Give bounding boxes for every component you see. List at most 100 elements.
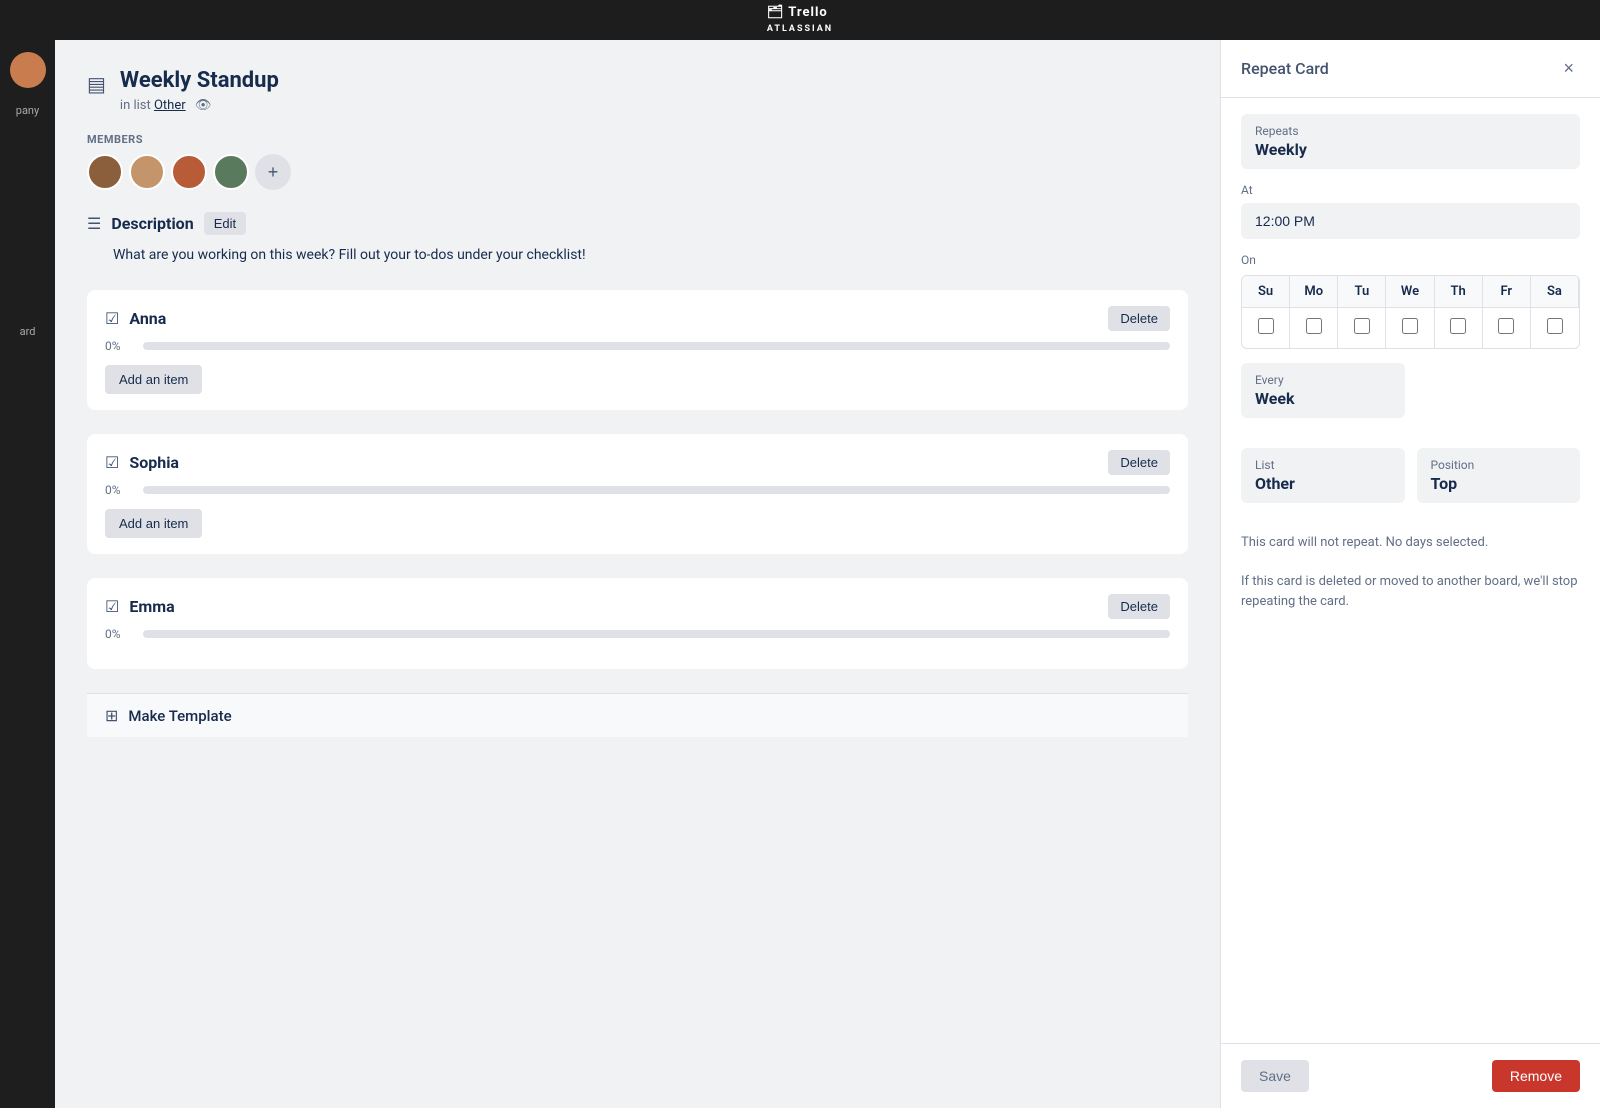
checkbox-mo[interactable]: [1306, 318, 1322, 334]
repeats-label: Repeats: [1255, 124, 1566, 138]
progress-label-sophia: 0%: [105, 483, 133, 497]
day-cell-mo[interactable]: [1290, 307, 1338, 348]
checkbox-fr[interactable]: [1498, 318, 1514, 334]
make-template-label[interactable]: Make Template: [128, 707, 231, 725]
repeat-panel-header: Repeat Card ×: [1221, 40, 1600, 98]
member-avatar-2[interactable]: [129, 154, 165, 190]
checklist-emma-title-row: ☑ Emma: [105, 597, 175, 616]
day-cell-fr[interactable]: [1483, 307, 1531, 348]
top-bar: 🗂 TrelloATLASSIAN: [0, 0, 1600, 40]
checkbox-sa[interactable]: [1547, 318, 1563, 334]
day-cell-tu[interactable]: [1338, 307, 1386, 348]
delete-sophia-button[interactable]: Delete: [1108, 450, 1170, 475]
sidebar-board-label: ard: [0, 321, 55, 342]
checklist-title-row: ☑ Anna: [105, 309, 166, 328]
progress-bar-emma: [143, 630, 1170, 638]
position-field[interactable]: Position Top: [1417, 448, 1581, 503]
repeat-panel-body: Repeats Weekly At On Su Mo Tu We Th Fr S…: [1221, 98, 1600, 1043]
edit-description-button[interactable]: Edit: [204, 212, 246, 235]
list-value: Other: [1255, 474, 1391, 493]
card-subtitle: in list Other 👁: [120, 98, 279, 113]
list-label: List: [1255, 458, 1391, 472]
checklist-sophia: ☑ Sophia Delete 0% Add an item: [87, 434, 1188, 554]
description-text: What are you working on this week? Fill …: [113, 245, 1188, 266]
description-header: ☰ Description Edit: [87, 212, 1188, 235]
checklist-anna-name: Anna: [129, 309, 166, 328]
member-avatar-3[interactable]: [171, 154, 207, 190]
day-cell-sa[interactable]: [1531, 307, 1579, 348]
description-icon: ☰: [87, 214, 101, 233]
in-list-label: in list: [120, 98, 154, 113]
remove-button[interactable]: Remove: [1492, 1060, 1580, 1092]
days-grid: Su Mo Tu We Th Fr Sa: [1241, 275, 1580, 349]
progress-label-anna: 0%: [105, 339, 133, 353]
day-cell-th[interactable]: [1435, 307, 1483, 348]
day-header-su: Su: [1242, 276, 1290, 307]
checkbox-we[interactable]: [1402, 318, 1418, 334]
day-cell-su[interactable]: [1242, 307, 1290, 348]
description-section: ☰ Description Edit What are you working …: [87, 212, 1188, 266]
checklist-emma-header: ☑ Emma Delete: [105, 594, 1170, 619]
trello-logo: 🗂 TrelloATLASSIAN: [767, 5, 833, 35]
every-value: Week: [1255, 389, 1391, 408]
checklist-anna: ☑ Anna Delete 0% Add an item: [87, 290, 1188, 410]
add-member-button[interactable]: +: [255, 154, 291, 190]
checkbox-th[interactable]: [1450, 318, 1466, 334]
avatar: [10, 52, 46, 88]
add-item-anna-button[interactable]: Add an item: [105, 365, 202, 394]
position-value: Top: [1431, 474, 1567, 493]
card-modal: ▤ Weekly Standup in list Other 👁 MEMBERS…: [55, 40, 1600, 1108]
members-label: MEMBERS: [87, 133, 1188, 146]
add-item-sophia-button[interactable]: Add an item: [105, 509, 202, 538]
description-title: Description: [111, 214, 193, 233]
checklist-anna-header: ☑ Anna Delete: [105, 306, 1170, 331]
day-cell-we[interactable]: [1386, 307, 1434, 348]
card-content: ▤ Weekly Standup in list Other 👁 MEMBERS…: [55, 40, 1220, 1108]
checklist-sophia-header: ☑ Sophia Delete: [105, 450, 1170, 475]
close-repeat-panel-button[interactable]: ×: [1557, 56, 1580, 81]
card-header: ▤ Weekly Standup in list Other 👁: [87, 68, 1188, 113]
repeats-field[interactable]: Repeats Weekly: [1241, 114, 1580, 169]
sidebar-nav-label: pany: [0, 100, 55, 121]
card-type-icon: ▤: [87, 72, 106, 96]
save-button[interactable]: Save: [1241, 1060, 1309, 1092]
day-header-fr: Fr: [1483, 276, 1531, 307]
member-avatar-4[interactable]: [213, 154, 249, 190]
repeat-info-text2: If this card is deleted or moved to anot…: [1241, 572, 1580, 611]
list-field[interactable]: List Other: [1241, 448, 1405, 503]
progress-row-sophia: 0%: [105, 483, 1170, 497]
progress-row-anna: 0%: [105, 339, 1170, 353]
repeat-panel: Repeat Card × Repeats Weekly At On Su Mo…: [1220, 40, 1600, 1108]
progress-bar-anna: [143, 342, 1170, 350]
progress-row-emma: 0%: [105, 627, 1170, 641]
every-field[interactable]: Every Week: [1241, 363, 1405, 418]
repeat-panel-title: Repeat Card: [1241, 59, 1329, 78]
day-header-tu: Tu: [1338, 276, 1386, 307]
progress-bar-sophia: [143, 486, 1170, 494]
delete-emma-button[interactable]: Delete: [1108, 594, 1170, 619]
checklist-emma-name: Emma: [129, 597, 174, 616]
checklist-sophia-name: Sophia: [129, 453, 179, 472]
repeats-value: Weekly: [1255, 140, 1566, 159]
position-label: Position: [1431, 458, 1567, 472]
member-avatar-1[interactable]: [87, 154, 123, 190]
time-input[interactable]: [1241, 203, 1580, 239]
delete-anna-button[interactable]: Delete: [1108, 306, 1170, 331]
progress-label-emma: 0%: [105, 627, 133, 641]
watch-icon[interactable]: 👁: [195, 98, 212, 113]
checklist-emma-icon: ☑: [105, 597, 119, 616]
make-template-icon: ⊞: [105, 706, 118, 725]
repeat-panel-actions: Save Remove: [1221, 1043, 1600, 1108]
day-header-mo: Mo: [1290, 276, 1338, 307]
members-row: +: [87, 154, 1188, 190]
day-header-we: We: [1386, 276, 1434, 307]
repeat-info-text1: This card will not repeat. No days selec…: [1241, 533, 1580, 553]
checklist-sophia-icon: ☑: [105, 453, 119, 472]
checkbox-tu[interactable]: [1354, 318, 1370, 334]
checkbox-su[interactable]: [1258, 318, 1274, 334]
on-label: On: [1241, 253, 1580, 267]
list-link[interactable]: Other: [154, 98, 186, 113]
repeat-info: This card will not repeat. No days selec…: [1241, 533, 1580, 611]
at-label: At: [1241, 183, 1580, 197]
card-title: Weekly Standup: [120, 68, 279, 94]
